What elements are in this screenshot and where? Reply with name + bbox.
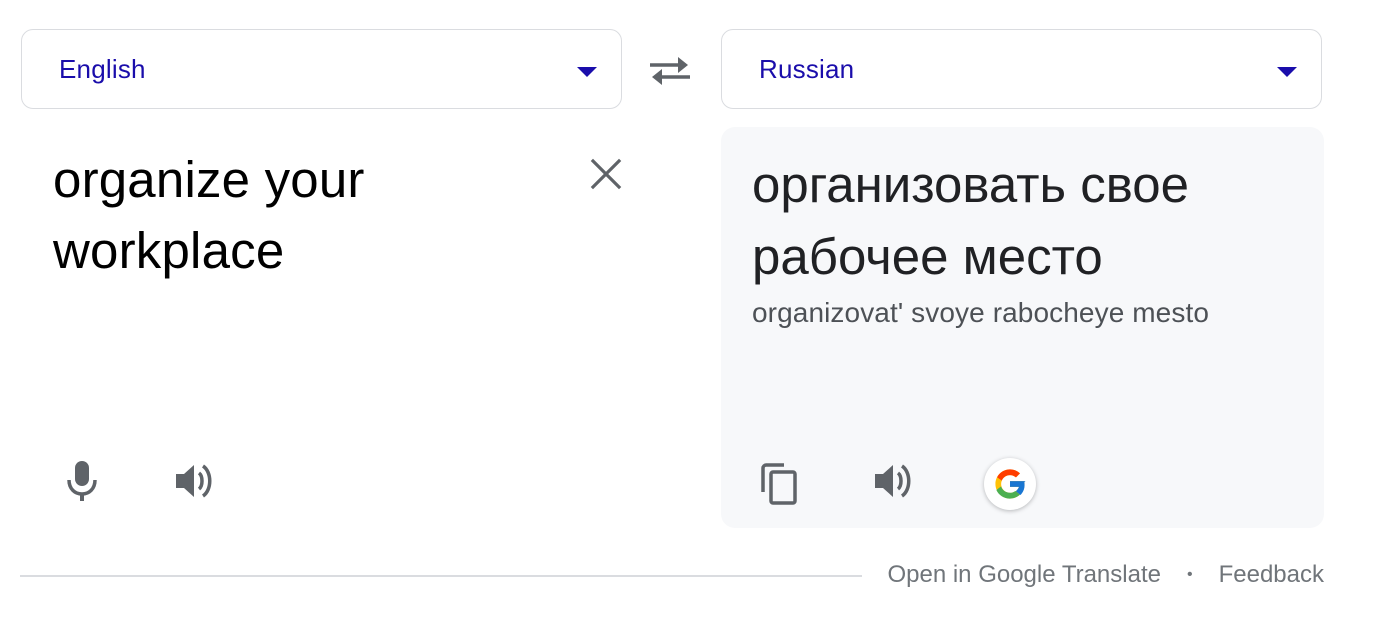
google-search-button[interactable]	[984, 458, 1036, 510]
chevron-down-icon	[577, 67, 597, 77]
open-in-google-translate-link[interactable]: Open in Google Translate	[887, 561, 1161, 589]
source-text-line: workplace	[53, 222, 285, 279]
copy-icon	[761, 463, 797, 505]
source-text-line: organize your	[53, 151, 365, 208]
translated-text-line: организовать свое	[752, 156, 1190, 213]
source-text-input[interactable]: organize your workplace	[53, 144, 573, 286]
feedback-link[interactable]: Feedback	[1219, 561, 1324, 589]
target-language-select[interactable]: Russian	[721, 29, 1322, 109]
swap-languages-icon	[650, 57, 690, 85]
close-icon	[590, 158, 622, 190]
chevron-down-icon	[1277, 67, 1297, 77]
transliteration-text: organizovat' svoye rabocheye mesto	[752, 297, 1209, 328]
target-language-label: Russian	[759, 53, 855, 84]
footer-separator: •	[1186, 566, 1193, 583]
source-language-label: English	[59, 53, 146, 84]
microphone-icon	[67, 461, 97, 501]
listen-translation-button[interactable]	[869, 457, 917, 505]
copy-translation-button[interactable]	[756, 460, 804, 508]
footer-divider	[20, 575, 862, 577]
voice-input-button[interactable]	[58, 457, 106, 505]
swap-languages-button[interactable]	[648, 54, 692, 86]
speaker-icon	[875, 464, 911, 498]
listen-source-button[interactable]	[170, 457, 218, 505]
source-language-select[interactable]: English	[21, 29, 622, 109]
clear-text-button[interactable]	[586, 154, 626, 194]
translated-text: организовать свое рабочее место	[752, 149, 1312, 293]
speaker-icon	[176, 464, 212, 498]
translated-text-line: рабочее место	[752, 228, 1103, 285]
google-logo-icon	[995, 469, 1026, 499]
translation-panel: организовать свое рабочее место organizo…	[721, 127, 1324, 528]
footer: Open in Google Translate • Feedback	[887, 561, 1324, 589]
